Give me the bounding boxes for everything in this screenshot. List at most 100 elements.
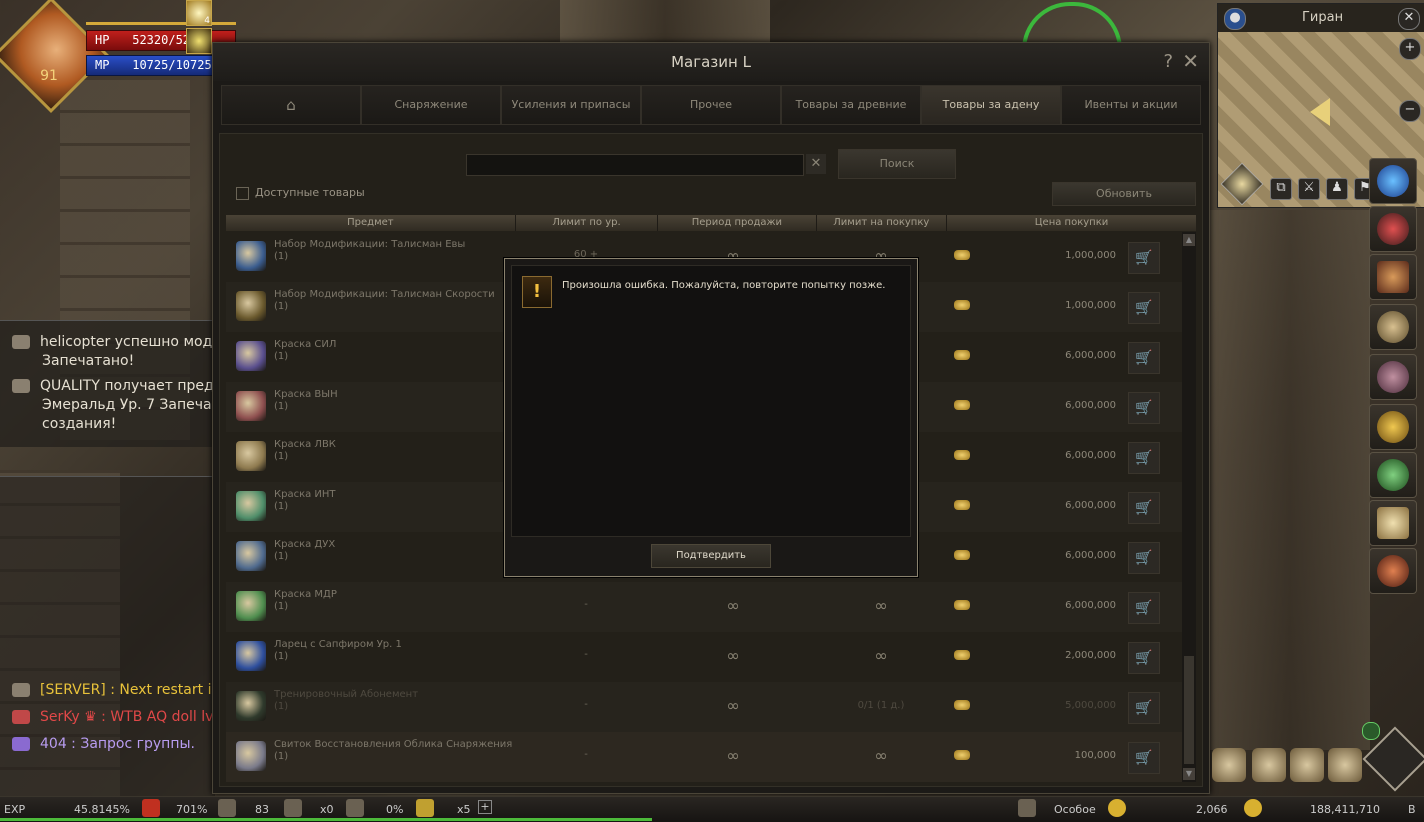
tab-misc[interactable]: Прочее (641, 85, 781, 125)
expand-menu-icon[interactable] (1362, 722, 1380, 740)
clear-search-icon[interactable]: ✕ (806, 154, 826, 174)
mp-label: MP (95, 58, 110, 72)
stat-value: x5 (457, 803, 471, 816)
vip-icon[interactable] (1369, 452, 1417, 498)
item-name: Краска МДР (1) (274, 589, 337, 612)
adena-coin-icon (954, 500, 970, 510)
purchase-limit: 0/1 (1 д.) (857, 700, 905, 711)
table-header: Предмет Лимит по ур. Период продажи Лими… (226, 215, 1196, 231)
error-dialog[interactable]: ! Произошла ошибка. Пожалуйста, повторит… (504, 258, 918, 577)
bell-icon (12, 335, 30, 349)
close-icon[interactable]: ✕ (1398, 8, 1420, 30)
combat-mode-icon[interactable] (1018, 799, 1036, 817)
cart-icon[interactable]: 🛒 (1128, 592, 1160, 624)
pvp-icon[interactable]: ⚔ (1298, 178, 1320, 200)
plus-button[interactable]: + (478, 800, 492, 814)
adena-coin-icon (954, 600, 970, 610)
treasure-icon (416, 799, 434, 817)
skills-icon[interactable] (1369, 304, 1417, 350)
shop-tabs: ⌂ Снаряжение Усиления и припасы Прочее Т… (221, 85, 1201, 149)
item-icon (236, 591, 266, 621)
potion-icon (346, 799, 364, 817)
scroll-down-icon[interactable]: ▼ (1183, 768, 1195, 780)
scroll-thumb[interactable] (1184, 656, 1194, 764)
quest-icon[interactable] (1328, 748, 1362, 782)
scroll-up-icon[interactable]: ▲ (1183, 234, 1195, 246)
table-row[interactable]: Тренировочный Абонемент (1) - ∞ 0/1 (1 д.) 5,… (226, 682, 1182, 732)
checkbox-box[interactable] (236, 186, 249, 200)
confirm-button[interactable]: Подтвердить (651, 544, 771, 568)
scrollbar[interactable]: ▲ ▼ (1182, 232, 1196, 782)
close-icon[interactable]: ✕ (1182, 49, 1199, 73)
trophy-icon[interactable] (1369, 404, 1417, 450)
speech-icon (12, 737, 30, 751)
cart-icon[interactable]: 🛒 (1128, 342, 1160, 374)
system-message: QUALITY получает предм Эмеральд Ур. 7 За… (12, 377, 228, 434)
window-mode-icon[interactable]: ⧉ (1270, 178, 1292, 200)
cart-icon[interactable]: 🛒 (1128, 742, 1160, 774)
table-row[interactable]: Свиток Восстановления Облика Снаряжения(… (226, 732, 1182, 782)
available-only-checkbox[interactable]: Доступные товары (236, 186, 365, 200)
item-icon (236, 241, 266, 271)
tab-home[interactable]: ⌂ (221, 85, 361, 125)
item-icon (236, 291, 266, 321)
item-name: Краска ДУХ (1) (274, 539, 336, 562)
item-price: 6,000,000 (1065, 550, 1116, 561)
level-limit: - (584, 749, 588, 760)
hp-label: HP (95, 33, 110, 47)
tab-equipment[interactable]: Снаряжение (361, 85, 501, 125)
item-name: Краска СИЛ (1) (274, 339, 337, 362)
purchase-limit: ∞ (874, 746, 888, 765)
tab-ancient-adena[interactable]: Товары за древние адены (781, 85, 921, 149)
purchase-limit: ∞ (874, 646, 888, 665)
zoom-in-icon[interactable]: + (1399, 38, 1421, 60)
cart-icon[interactable]: 🛒 (1128, 542, 1160, 574)
player-status-frame[interactable]: 91 HP 52320/52 MP 10725/10725 4 (0, 0, 239, 113)
refresh-button[interactable]: Обновить (1052, 182, 1196, 206)
clan-hall-icon[interactable] (1369, 354, 1417, 400)
player-arrow-icon (1310, 98, 1330, 126)
location-pin-icon[interactable]: ● (1224, 8, 1246, 30)
tab-adena[interactable]: Товары за адену (921, 85, 1061, 125)
buff-icon[interactable] (186, 28, 212, 54)
chat-window[interactable]: [SERVER] : Next restart i SerKy ♛ : WTB … (0, 476, 215, 797)
exp-bonus-arrow-icon (142, 799, 160, 817)
inventory-chest-icon[interactable] (1369, 254, 1417, 300)
item-price: 6,000,000 (1065, 500, 1116, 511)
tab-events[interactable]: Ивенты и акции (1061, 85, 1201, 125)
inventory-icon[interactable] (1252, 748, 1286, 782)
zoom-out-icon[interactable]: − (1399, 100, 1421, 122)
cart-icon[interactable]: 🛒 (1128, 292, 1160, 324)
column-level-limit: Лимит по ур. (516, 215, 659, 231)
item-icon (236, 691, 266, 721)
shopping-bag-icon[interactable] (1369, 500, 1417, 546)
l-coin-icon (1108, 799, 1126, 817)
table-row[interactable]: Краска МДР (1) - ∞ ∞ 6,000,000 🛒 (226, 582, 1182, 632)
cart-icon[interactable]: 🛒 (1128, 242, 1160, 274)
coin-count: 2,066 (1196, 803, 1228, 816)
exp-label: EXP (4, 803, 26, 816)
event-icon[interactable] (1369, 206, 1417, 252)
system-message-panel: helicopter успешно модис Запечатано! QUA… (0, 320, 229, 447)
item-icon (236, 491, 266, 521)
cart-icon[interactable]: 🛒 (1128, 492, 1160, 524)
table-row[interactable]: Ларец с Сапфиром Ур. 1 (1) - ∞ ∞ 2,000,000 🛒 (226, 632, 1182, 682)
search-button[interactable]: Поиск (838, 149, 956, 179)
skill-crossed-swords-icon[interactable] (1290, 748, 1324, 782)
buff-icon[interactable]: 4 (186, 0, 212, 26)
cart-icon[interactable]: 🛒 (1128, 442, 1160, 474)
cart-icon[interactable]: 🛒 (1128, 642, 1160, 674)
cart-icon[interactable]: 🛒 (1128, 692, 1160, 724)
character-icon[interactable] (1212, 748, 1246, 782)
cart-icon[interactable]: 🛒 (1128, 392, 1160, 424)
tab-enhancements[interactable]: Усиления и припасы (501, 85, 641, 125)
item-price: 6,000,000 (1065, 400, 1116, 411)
settings-gear-icon[interactable] (1369, 548, 1417, 594)
l-coin-shop-icon[interactable] (1369, 158, 1417, 204)
search-input[interactable] (466, 154, 804, 176)
column-purchase-limit: Лимит на покупку (817, 215, 948, 231)
party-icon[interactable]: ♟ (1326, 178, 1348, 200)
item-icon (236, 441, 266, 471)
adena-coin-icon (954, 550, 970, 560)
help-icon[interactable]: ? (1163, 51, 1173, 72)
